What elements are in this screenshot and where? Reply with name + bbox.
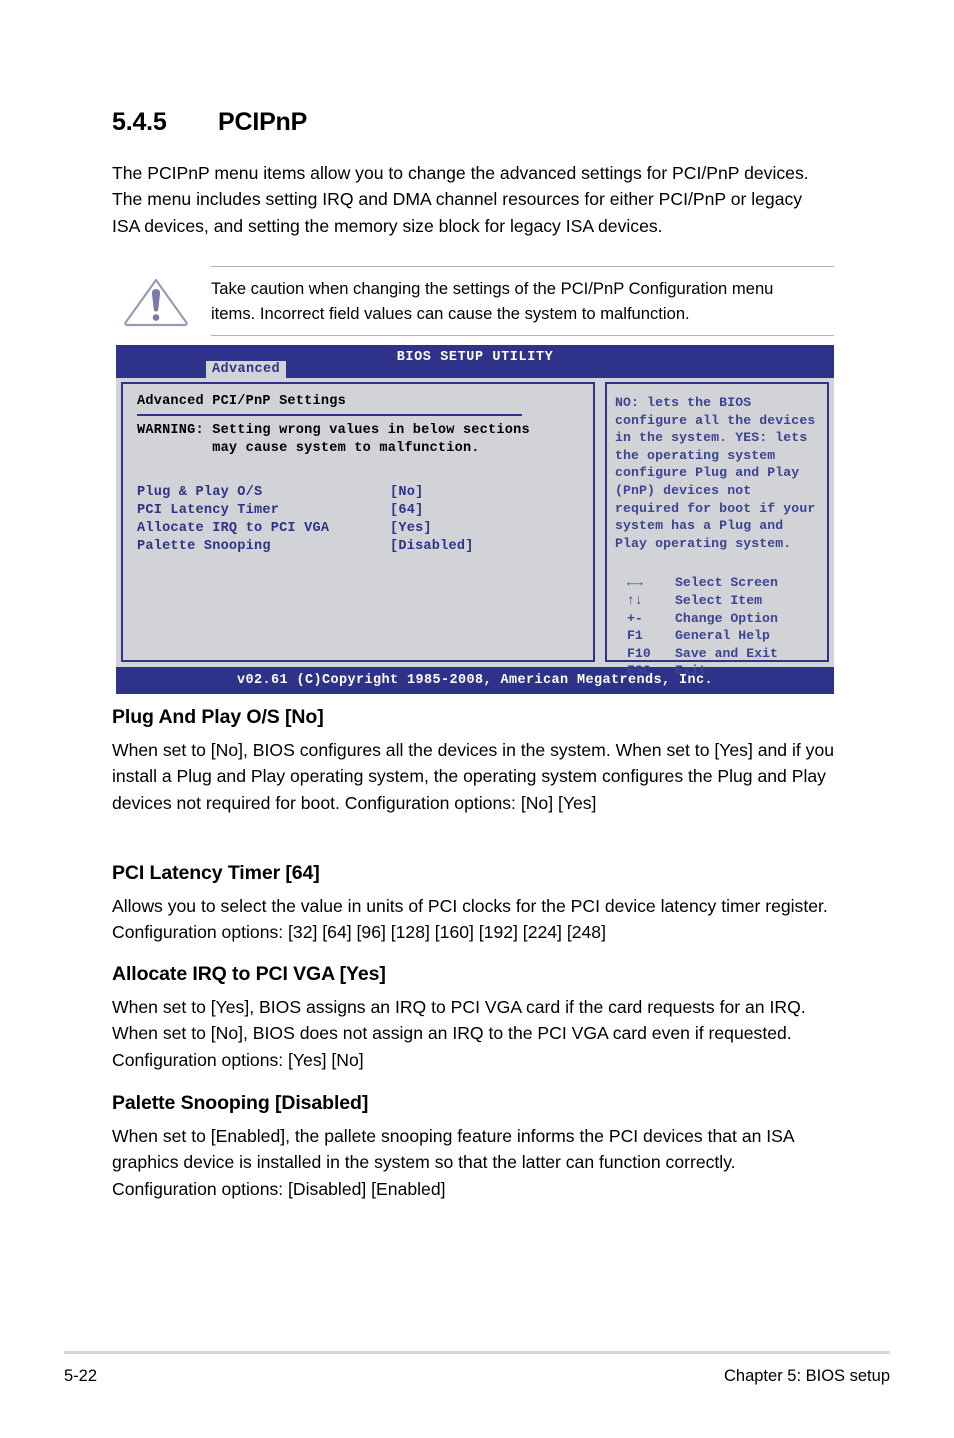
bios-setting-value: [Disabled] <box>390 539 474 554</box>
footer-divider <box>64 1351 890 1354</box>
subsection-pci-latency-timer: PCI Latency Timer [64] Allows you to sel… <box>112 862 838 946</box>
caution-note: Take caution when changing the settings … <box>112 266 834 336</box>
bios-panel-gap <box>595 382 605 662</box>
subsection-body: Allows you to select the value in units … <box>112 896 828 943</box>
bios-panel-title: Advanced PCI/PnP Settings <box>137 394 346 409</box>
subsection-body: When set to [Enabled], the pallete snoop… <box>112 1126 794 1199</box>
arrow-left-right-icon: ←→ <box>627 575 643 591</box>
subsection-body: When set to [Yes], BIOS assigns an IRQ t… <box>112 997 806 1070</box>
bios-help-panel: NO: lets the BIOS configure all the devi… <box>605 382 829 678</box>
subsection-plug-and-play-os: Plug And Play O/S [No] When set to [No],… <box>112 706 838 816</box>
page-title: 5.4.5 PCIPnP <box>112 108 832 137</box>
bios-tab-advanced[interactable]: Advanced <box>206 361 287 379</box>
bios-setting-label: Plug & Play O/S <box>137 485 263 500</box>
bios-setting-label: PCI Latency Timer <box>137 503 280 518</box>
subsection-heading: PCI Latency Timer [64] <box>112 862 320 884</box>
bios-key-legend: ←→ Select Screen ↑↓ Select Item +- Chang… <box>615 574 819 680</box>
bios-setting-row[interactable]: Allocate IRQ to PCI VGA [Yes] <box>137 520 581 538</box>
arrow-up-down-icon: ↑↓ <box>627 592 643 608</box>
bios-warning-line-1: WARNING: Setting wrong values in below s… <box>137 423 530 438</box>
subsection-body: When set to [No], BIOS configures all th… <box>112 740 835 813</box>
bios-panel-divider <box>137 414 522 416</box>
bios-setting-value: [Yes] <box>390 521 432 536</box>
bios-setting-value: [64] <box>390 503 424 518</box>
page-footer: 5-22 Chapter 5: BIOS setup <box>64 1367 890 1386</box>
subsection-heading: Plug And Play O/S [No] <box>112 706 324 728</box>
bios-key-legend-row: F1 General Help <box>615 627 819 645</box>
bios-key-legend-label: Save and Exit <box>675 645 778 661</box>
intro-paragraph: The PCIPnP menu items allow you to chang… <box>112 163 809 236</box>
bios-key-legend-label: Select Item <box>675 592 763 608</box>
bios-warning-line-2: may cause system to malfunction. <box>137 441 480 456</box>
bios-setting-label: Allocate IRQ to PCI VGA <box>137 521 330 536</box>
bios-key-legend-row: ←→ Select Screen <box>615 574 819 592</box>
chapter-label: Chapter 5: BIOS setup <box>723 1367 890 1385</box>
bios-setting-row[interactable]: Palette Snooping [Disabled] <box>137 538 581 556</box>
bios-key-legend-label: Change Option <box>675 610 778 626</box>
f1-key-icon: F1 <box>627 628 643 644</box>
bios-key-legend-row: F10 Save and Exit <box>615 645 819 663</box>
bios-setup-screenshot: BIOS SETUP UTILITY Advanced Advanced PCI… <box>116 345 834 694</box>
bios-body: Advanced PCI/PnP Settings WARNING: Setti… <box>116 378 834 678</box>
document-page: 5.4.5 PCIPnP The PCIPnP menu items allow… <box>0 0 954 1438</box>
bios-header-bar: BIOS SETUP UTILITY Advanced <box>116 345 834 379</box>
plus-minus-key-icon: +- <box>627 610 643 626</box>
section-title: PCIPnP <box>218 108 308 136</box>
bios-setting-list: Plug & Play O/S [No] PCI Latency Timer [… <box>137 484 581 556</box>
bios-settings-panel: Advanced PCI/PnP Settings WARNING: Setti… <box>121 382 595 662</box>
bios-key-legend-label: General Help <box>675 628 770 644</box>
bios-help-text: NO: lets the BIOS configure all the devi… <box>615 395 816 551</box>
note-bottom-rule <box>211 335 834 336</box>
bios-setting-row[interactable]: PCI Latency Timer [64] <box>137 502 581 520</box>
bios-setting-label: Palette Snooping <box>137 539 271 554</box>
section-number: 5.4.5 <box>112 108 167 136</box>
caution-triangle-icon <box>112 276 211 327</box>
subsection-allocate-irq-to-pci-vga: Allocate IRQ to PCI VGA [Yes] When set t… <box>112 963 838 1073</box>
bios-key-legend-row: ↑↓ Select Item <box>615 592 819 610</box>
caution-note-text: Take caution when changing the settings … <box>211 279 774 323</box>
bios-setting-row[interactable]: Plug & Play O/S [No] <box>137 484 581 502</box>
bios-key-legend-label: Select Screen <box>675 575 778 591</box>
f10-key-icon: F10 <box>627 645 651 661</box>
subsection-palette-snooping: Palette Snooping [Disabled] When set to … <box>112 1092 838 1202</box>
subsection-heading: Allocate IRQ to PCI VGA [Yes] <box>112 963 386 985</box>
bios-setting-value: [No] <box>390 485 424 500</box>
page-number: 5-22 <box>64 1367 98 1385</box>
bios-key-legend-row: +- Change Option <box>615 610 819 628</box>
subsection-heading: Palette Snooping [Disabled] <box>112 1092 369 1114</box>
